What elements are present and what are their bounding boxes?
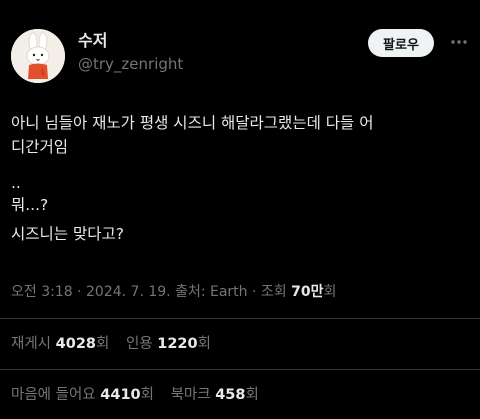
follow-button[interactable]: 팔로우	[368, 29, 434, 57]
more-horizontal-icon	[451, 40, 467, 44]
bookmark-count: 458	[215, 387, 246, 403]
repost-count: 4028	[55, 336, 96, 352]
meta-separator: ·	[77, 284, 82, 300]
user-handle[interactable]: @try_zenright	[78, 54, 183, 74]
views-count[interactable]: 70만	[291, 284, 323, 300]
bookmark-unit: 회	[245, 387, 259, 403]
display-name[interactable]: 수저	[78, 31, 107, 51]
divider	[0, 318, 480, 319]
views-unit: 회	[323, 284, 337, 300]
bookmark-label: 북마크	[170, 387, 211, 403]
engagement-row-likes-bookmarks: 마음에 들어요 4410회 북마크 458회	[11, 385, 271, 405]
quote-unit: 회	[197, 336, 211, 352]
tweet-text-line: 디간거임	[11, 138, 69, 156]
repost-unit: 회	[96, 336, 110, 352]
miffy-rabbit-avatar-icon	[11, 29, 65, 83]
tweet-date[interactable]: 2024. 7. 19.	[86, 284, 171, 300]
like-label: 마음에 들어요	[11, 387, 96, 403]
like-stat[interactable]: 마음에 들어요 4410회	[11, 387, 159, 403]
repost-label: 재게시	[11, 336, 52, 352]
divider	[0, 369, 480, 370]
tweet-text-line: ..	[11, 174, 21, 192]
repost-stat[interactable]: 재게시 4028회	[11, 336, 114, 352]
quote-stat[interactable]: 인용 1220회	[126, 336, 211, 352]
views-label: 조회	[260, 284, 287, 300]
tweet-text-line: 아니 님들아 재노가 평생 시즈니 해달라그랬는데 다들 어	[11, 114, 374, 132]
tweet-meta: 오전 3:18 · 2024. 7. 19. 출처: Earth · 조회 70…	[11, 282, 336, 302]
meta-separator: ·	[252, 284, 257, 300]
more-options-button[interactable]	[448, 32, 470, 52]
tweet-text-line: 뭐...?	[11, 196, 49, 214]
avatar[interactable]	[11, 29, 65, 83]
tweet-source: 출처: Earth	[175, 284, 248, 300]
tweet-text-line: 시즈니는 맞다고?	[11, 225, 124, 243]
like-count: 4410	[100, 387, 141, 403]
bookmark-stat[interactable]: 북마크 458회	[171, 387, 259, 403]
engagement-row-reposts-quotes: 재게시 4028회 인용 1220회	[11, 334, 223, 354]
tweet-time[interactable]: 오전 3:18	[11, 284, 73, 300]
like-unit: 회	[140, 387, 154, 403]
tweet-card: 수저 @try_zenright 팔로우 아니 님들아 재노가 평생 시즈니 해…	[0, 0, 480, 419]
quote-label: 인용	[125, 336, 153, 352]
quote-count: 1220	[157, 336, 198, 352]
